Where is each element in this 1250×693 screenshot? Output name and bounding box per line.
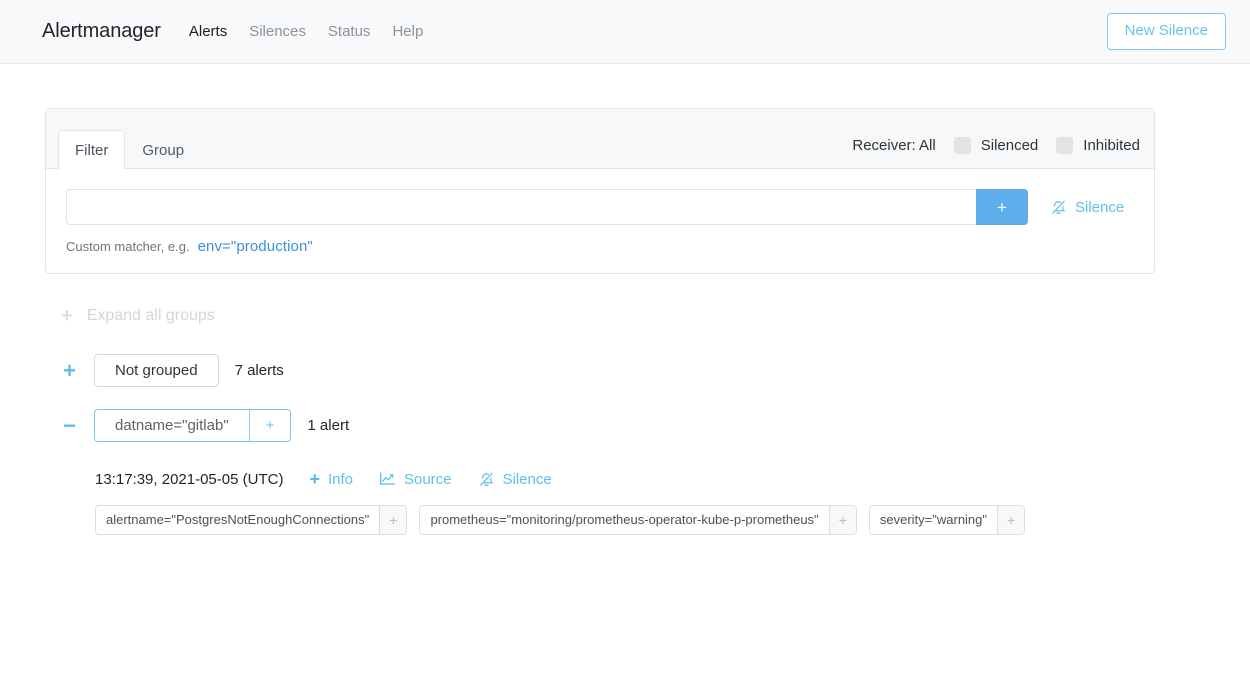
nav-link-status[interactable]: Status (328, 23, 371, 40)
label-chip-text: prometheus="monitoring/prometheus-operat… (420, 506, 828, 534)
label-chip-alertname[interactable]: alertname="PostgresNotEnoughConnections"… (95, 505, 407, 535)
nav-link-help[interactable]: Help (392, 23, 423, 40)
add-matcher-button[interactable]: + (976, 189, 1028, 225)
navbar: Alertmanager Alerts Silences Status Help… (0, 0, 1250, 64)
bell-slash-icon (1050, 199, 1067, 216)
label-chip-text: severity="warning" (870, 506, 997, 534)
nav-link-alerts[interactable]: Alerts (189, 23, 227, 40)
plus-icon-group-filter[interactable]: + (249, 410, 291, 441)
group-alert-count-not-grouped: 7 alerts (235, 362, 284, 379)
alert-groups: + Expand all groups + Not grouped 7 aler… (45, 300, 1250, 535)
group-chip-not-grouped[interactable]: Not grouped (94, 354, 219, 387)
matcher-hint-prefix: Custom matcher, e.g. (66, 239, 190, 254)
page-content: Filter Group Receiver: All Silenced Inhi… (0, 64, 1250, 535)
tab-filter[interactable]: Filter (58, 130, 125, 169)
plus-icon-label-alertname[interactable]: + (379, 506, 406, 534)
filter-input-row: + Silence (66, 189, 1134, 225)
group-alert-count-datname-gitlab: 1 alert (307, 417, 349, 434)
filter-tabs: Filter Group (58, 129, 201, 168)
plus-icon-label-prometheus[interactable]: + (829, 506, 856, 534)
group-chip-datname-gitlab[interactable]: datname="gitlab" + (94, 409, 291, 442)
label-chip-severity[interactable]: severity="warning" + (869, 505, 1025, 535)
app-brand: Alertmanager (42, 20, 161, 43)
nav-link-silences[interactable]: Silences (249, 23, 306, 40)
label-chip-prometheus[interactable]: prometheus="monitoring/prometheus-operat… (419, 505, 856, 535)
alert-labels: alertname="PostgresNotEnoughConnections"… (95, 505, 1250, 535)
silence-filter-label: Silence (1075, 199, 1124, 216)
filter-input-group: + (66, 189, 1028, 225)
toggle-inhibited-label: Inhibited (1083, 137, 1140, 154)
new-silence-button[interactable]: New Silence (1107, 13, 1226, 50)
nav-links: Alerts Silences Status Help (189, 23, 423, 40)
alert-info-button[interactable]: + Info (309, 470, 353, 488)
filter-matcher-input[interactable] (66, 189, 976, 225)
group-row-datname-gitlab: − datname="gitlab" + 1 alert (45, 409, 1250, 442)
checkbox-icon-inhibited (1056, 137, 1073, 154)
alert-item: 13:17:39, 2021-05-05 (UTC) + Info Source (45, 470, 1250, 535)
bell-slash-icon (478, 471, 495, 488)
alert-meta: 13:17:39, 2021-05-05 (UTC) + Info Source (95, 470, 1250, 488)
plus-icon-info: + (309, 470, 320, 488)
expand-all-groups-button[interactable]: + Expand all groups (45, 300, 1250, 332)
expand-all-groups-label: Expand all groups (87, 307, 215, 325)
alert-silence-label: Silence (503, 471, 552, 488)
silence-filter-button[interactable]: Silence (1050, 189, 1124, 225)
alert-source-button[interactable]: Source (379, 471, 452, 488)
chart-line-icon (379, 471, 396, 487)
filter-card: Filter Group Receiver: All Silenced Inhi… (45, 108, 1155, 274)
checkbox-icon-silenced (954, 137, 971, 154)
toggle-silenced[interactable]: Silenced (954, 137, 1039, 154)
group-chip-label: datname="gitlab" (95, 410, 249, 441)
collapse-icon-datname-gitlab[interactable]: − (61, 415, 78, 437)
toggle-inhibited[interactable]: Inhibited (1056, 137, 1140, 154)
matcher-hint: Custom matcher, e.g. env="production" (66, 238, 1134, 255)
tab-group[interactable]: Group (125, 130, 201, 169)
filter-card-header: Filter Group Receiver: All Silenced Inhi… (46, 109, 1154, 169)
alert-timestamp: 13:17:39, 2021-05-05 (UTC) (95, 471, 283, 488)
matcher-hint-example: env="production" (198, 238, 313, 255)
plus-icon-expand-all: + (61, 306, 73, 326)
alert-info-label: Info (328, 471, 353, 488)
filter-card-body: + Silence Custom matcher, e.g. env="prod (46, 169, 1154, 273)
group-row-not-grouped: + Not grouped 7 alerts (45, 354, 1250, 387)
label-chip-text: alertname="PostgresNotEnoughConnections" (96, 506, 379, 534)
plus-icon-label-severity[interactable]: + (997, 506, 1024, 534)
receiver-selector[interactable]: Receiver: All (852, 137, 935, 154)
alert-silence-button[interactable]: Silence (478, 471, 552, 488)
filter-header-controls: Receiver: All Silenced Inhibited (852, 137, 1140, 168)
group-chip-label: Not grouped (95, 355, 218, 386)
expand-icon-not-grouped[interactable]: + (61, 360, 78, 382)
alert-source-label: Source (404, 471, 452, 488)
toggle-silenced-label: Silenced (981, 137, 1039, 154)
